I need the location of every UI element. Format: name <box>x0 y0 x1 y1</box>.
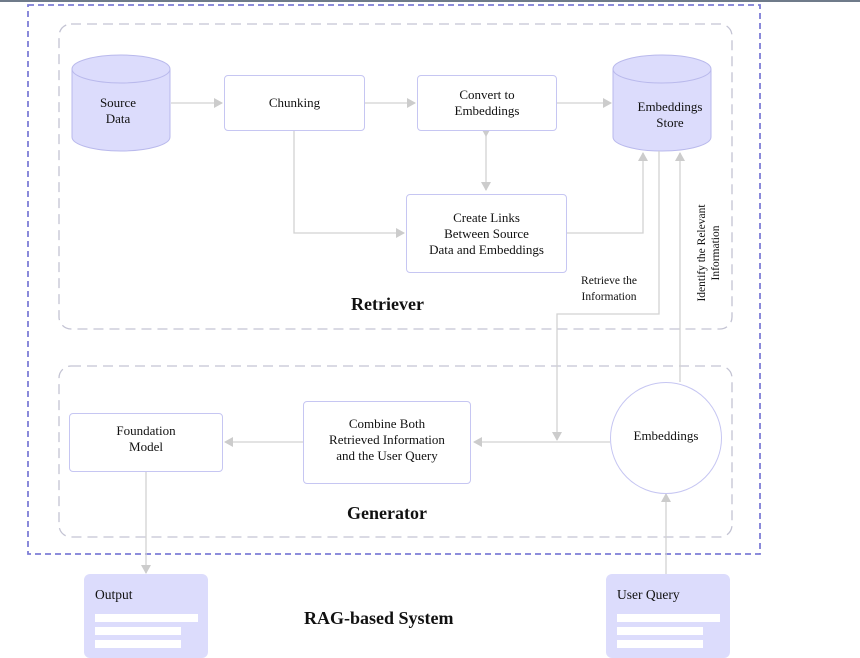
retrieve-information-label: Retrieve the Information <box>581 275 637 303</box>
user-query-text-line <box>617 614 720 622</box>
output-text-line <box>95 627 181 635</box>
create-links-node: Create Links Between Source Data and Emb… <box>406 194 567 273</box>
output-text-line <box>95 614 198 622</box>
edge-chunking-to-links <box>293 131 405 238</box>
embeddings-node: Embeddings <box>610 382 722 494</box>
chunking-node: Chunking <box>224 75 365 131</box>
combine-node: Combine Both Retrieved Information and t… <box>303 401 471 484</box>
edge-links-to-store <box>567 152 648 234</box>
user-query-text-line <box>617 640 703 648</box>
diagram-title: RAG-based System <box>304 608 454 628</box>
convert-embeddings-node: Convert to Embeddings <box>417 75 557 131</box>
output-card: Output <box>84 574 208 658</box>
user-query-card: User Query <box>606 574 730 658</box>
embeddings-store-node: Embeddings Store <box>637 99 703 130</box>
identify-relevant-label: Identify the Relevant Information <box>696 204 722 302</box>
source-data-node: Source Data <box>99 95 137 126</box>
foundation-model-node: Foundation Model <box>69 413 223 472</box>
retriever-title: Retriever <box>351 294 424 314</box>
user-query-text-line <box>617 627 703 635</box>
output-title: Output <box>95 587 133 602</box>
generator-title: Generator <box>347 503 427 523</box>
user-query-title: User Query <box>617 587 680 602</box>
output-text-line <box>95 640 181 648</box>
